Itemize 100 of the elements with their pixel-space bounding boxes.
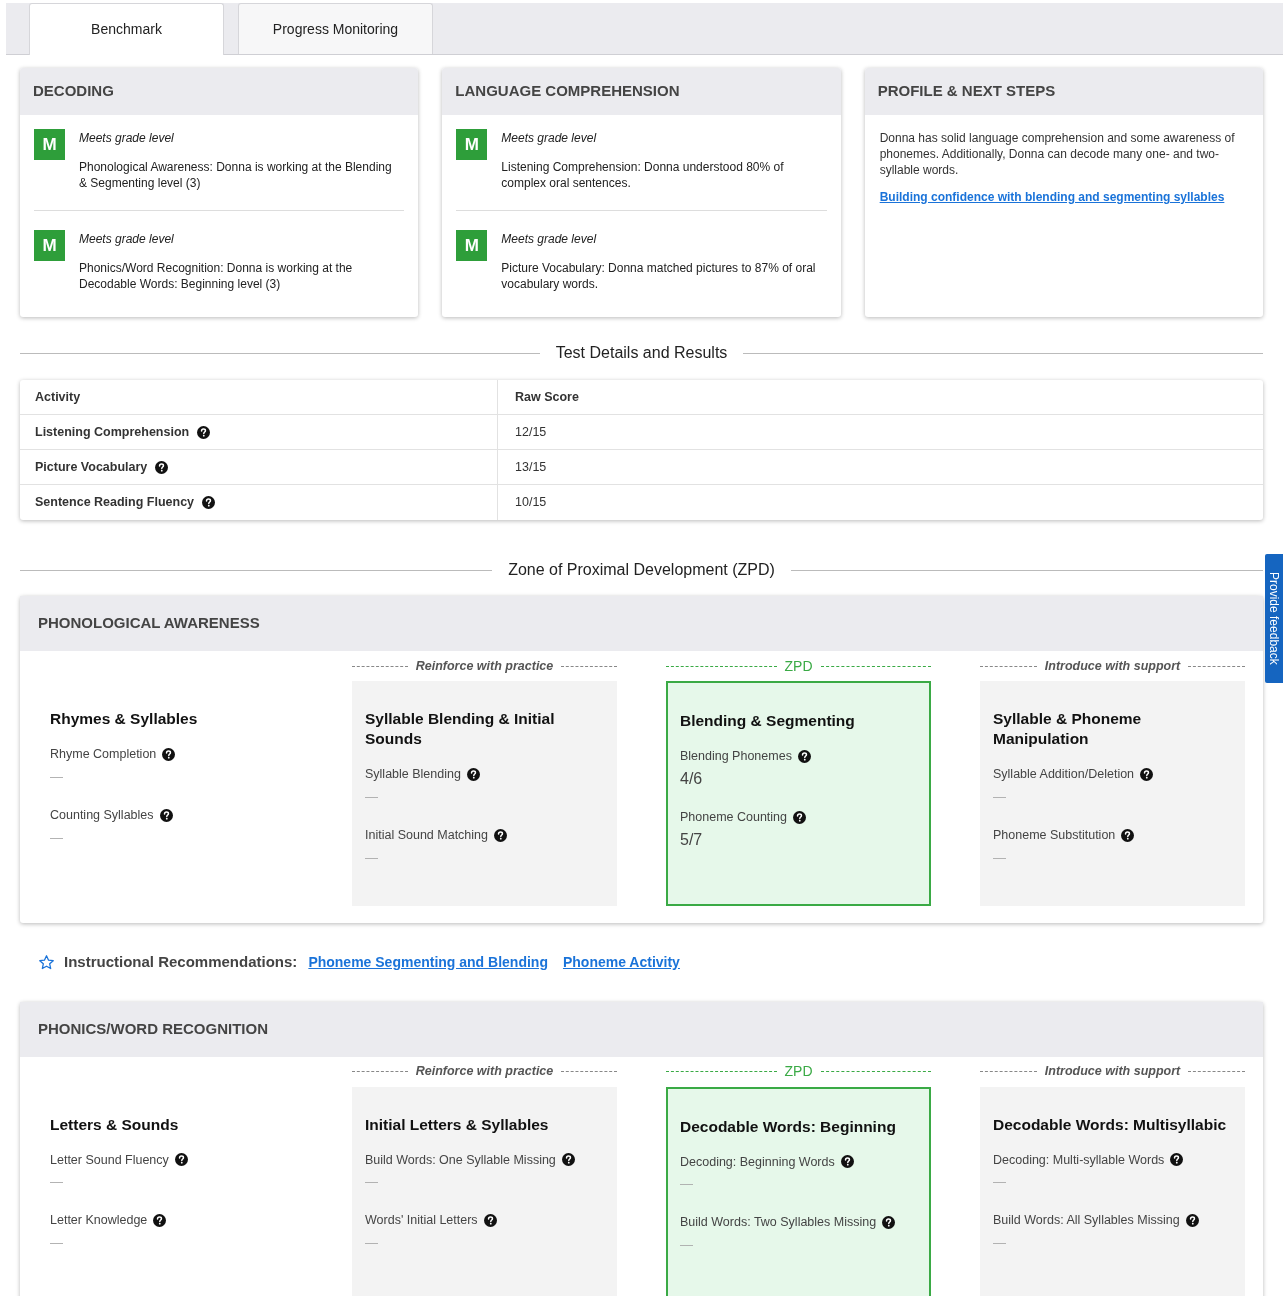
help-icon[interactable] [155, 460, 169, 474]
band-label: Reinforce with practice [415, 657, 554, 675]
score-text: — [365, 1234, 379, 1252]
measure-name: Initial Sound Matching [365, 826, 488, 844]
band-label: ZPD [784, 656, 813, 676]
status-text: Meets grade level [501, 231, 598, 248]
help-icon[interactable] [561, 1153, 575, 1167]
level-title: Syllable Blending & Initial Sounds [365, 709, 556, 749]
domain-title: PHONICS/WORD RECOGNITION [38, 1018, 268, 1039]
next-steps-link[interactable]: Building confidence with blending and segmenting syllables [879, 188, 1225, 206]
star-icon [38, 953, 55, 971]
status-text: Meets grade level [79, 130, 175, 147]
activity-name: Picture Vocabulary [35, 458, 148, 476]
level-title: Rhymes & Syllables [50, 709, 199, 729]
help-icon[interactable] [1140, 767, 1154, 781]
level-title: Blending & Segmenting [680, 711, 856, 731]
measure-name: Build Words: All Syllables Missing [993, 1212, 1180, 1230]
level-title: Letters & Sounds [50, 1114, 180, 1135]
score-text: — [993, 1173, 1007, 1192]
help-icon[interactable] [1185, 1214, 1199, 1228]
help-icon[interactable] [202, 496, 216, 509]
measure-name: Build Words: Two Syllables Missing [680, 1214, 877, 1232]
column-header: Activity [20, 380, 498, 414]
score-text: — [50, 1173, 64, 1192]
domain-title: PHONOLOGICAL AWARENESS [38, 613, 260, 634]
result-text: Listening Comprehension: Donna understood 80% of complex oral sentences. [501, 159, 785, 191]
help-icon[interactable] [882, 1216, 896, 1230]
help-icon[interactable] [174, 1153, 188, 1167]
score-text: 5/7 [680, 829, 704, 850]
help-icon[interactable] [840, 1155, 854, 1169]
help-icon[interactable] [797, 749, 811, 763]
help-icon[interactable] [793, 810, 807, 824]
score-text: — [50, 828, 64, 847]
recommendation-link[interactable]: Phoneme Activity [562, 951, 680, 973]
score-text: — [365, 787, 379, 806]
status-text: Meets grade level [79, 231, 175, 248]
help-icon[interactable] [162, 747, 176, 761]
band-label: Introduce with support [1044, 1063, 1181, 1081]
section-heading: Test Details and Results [555, 343, 728, 363]
feedback-tab[interactable]: Provide feedback [1265, 554, 1283, 683]
measure-name: Phoneme Counting [680, 808, 788, 826]
score-text: 4/6 [680, 768, 704, 789]
table-cell-text: 12/15 [514, 423, 548, 441]
score-text: — [993, 1234, 1007, 1252]
card-title: DECODING [33, 81, 114, 102]
score-text: — [365, 1173, 379, 1192]
help-icon[interactable] [1170, 1153, 1184, 1167]
measure-name: Decoding: Beginning Words [680, 1153, 835, 1171]
level-title: Syllable & Phoneme Manipulation [993, 709, 1143, 749]
grade-badge: M [34, 230, 65, 261]
result-text: Phonological Awareness: Donna is working at the Blending & Segmenting level (3) [79, 159, 393, 191]
help-icon[interactable] [153, 1214, 167, 1228]
score-text: — [993, 787, 1007, 806]
grade-badge: M [456, 230, 488, 261]
grade-badge: M [34, 129, 65, 160]
column-header: Raw Score [514, 388, 580, 406]
band-label: Reinforce with practice [415, 1063, 554, 1081]
tab[interactable]: Progress Monitoring [238, 3, 433, 54]
score-text: — [50, 767, 64, 786]
help-icon[interactable] [494, 828, 507, 842]
profile-text: Donna has solid language comprehension and some awareness of phonemes. Additionally, Donna can decode many one- and two-syllable words. [879, 130, 1236, 178]
recommendation-link[interactable]: Phoneme Segmenting and Blending [308, 951, 548, 973]
score-text: — [50, 1234, 64, 1252]
measure-name: Build Words: One Syllable Missing [365, 1151, 556, 1169]
score-text: — [680, 1175, 694, 1194]
measure-name: Phoneme Substitution [993, 826, 1116, 844]
result-text: Picture Vocabulary: Donna matched pictures to 87% of oral vocabulary words. [501, 260, 817, 292]
result-text: Phonics/Word Recognition: Donna is working at the Decodable Words: Beginning level (3) [79, 260, 354, 292]
help-icon[interactable] [483, 1214, 497, 1228]
measure-name: Letter Knowledge [50, 1212, 148, 1230]
card-title: PROFILE & NEXT STEPS [877, 81, 1056, 102]
band-label: ZPD [784, 1062, 813, 1081]
level-title: Decodable Words: Multisyllabic [993, 1114, 1228, 1135]
measure-name: Letter Sound Fluency [50, 1151, 169, 1169]
help-icon[interactable] [197, 425, 211, 439]
score-text: — [993, 848, 1007, 867]
grade-badge: M [456, 129, 488, 160]
help-icon[interactable] [466, 767, 480, 781]
measure-name: Decoding: Multi-syllable Words [993, 1151, 1165, 1169]
card-title: LANGUAGE COMPREHENSION [455, 81, 680, 102]
score-text: — [365, 848, 379, 867]
help-icon[interactable] [159, 808, 173, 822]
measure-name: Syllable Addition/Deletion [993, 766, 1135, 783]
table-cell-text: 13/15 [514, 458, 548, 476]
status-text: Meets grade level [501, 130, 598, 147]
measure-name: Counting Syllables [50, 806, 154, 824]
measure-name: Blending Phonemes [680, 748, 792, 765]
score-text: — [680, 1236, 694, 1254]
activity-name: Sentence Reading Fluency [35, 494, 195, 512]
tab[interactable]: Benchmark [29, 3, 224, 55]
measure-name: Rhyme Completion [50, 746, 157, 763]
level-title: Decodable Words: Beginning [680, 1116, 897, 1137]
activity-name: Listening Comprehension [35, 423, 190, 441]
level-title: Initial Letters & Syllables [365, 1114, 550, 1135]
band-label: Introduce with support [1044, 657, 1181, 675]
help-icon[interactable] [1121, 828, 1135, 842]
measure-name: Syllable Blending [365, 766, 461, 783]
section-heading: Zone of Proximal Development (ZPD) [508, 560, 775, 580]
measure-name: Words' Initial Letters [365, 1212, 478, 1230]
recommendations-label: Instructional Recommendations: [64, 952, 298, 972]
